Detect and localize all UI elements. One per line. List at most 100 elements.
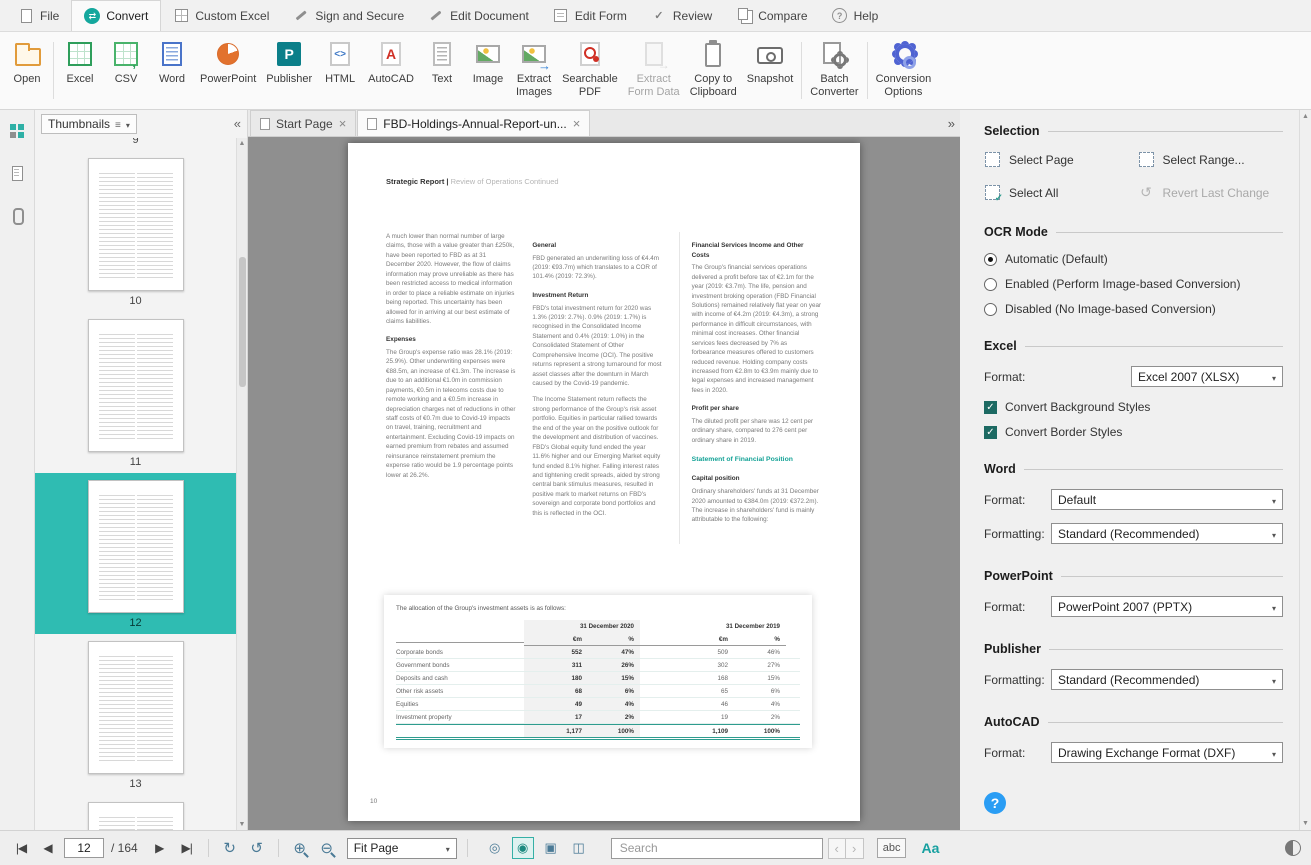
- revert-last-change-button[interactable]: Revert Last Change: [1138, 184, 1284, 201]
- table-caption: The allocation of the Group's investment…: [396, 605, 800, 612]
- document-tab-start-page[interactable]: Start Page: [250, 110, 356, 136]
- help-button[interactable]: ?: [984, 792, 1006, 814]
- checkbox-icon: [984, 401, 997, 414]
- last-page-button[interactable]: [176, 837, 198, 859]
- tab-sign-and-secure[interactable]: Sign and Secure: [281, 0, 416, 31]
- extract-form-data-button[interactable]: Extract Form Data: [623, 32, 685, 109]
- document-canvas[interactable]: Strategic Report | Review of Operations …: [248, 137, 960, 830]
- convert-border-styles-checkbox[interactable]: Convert Border Styles: [984, 425, 1283, 439]
- rotate-counterclockwise-button[interactable]: [246, 837, 268, 859]
- next-page-button[interactable]: [149, 837, 171, 859]
- tab-compare[interactable]: Compare: [724, 0, 819, 31]
- thumbnail-page-13[interactable]: 13: [35, 634, 236, 795]
- tab-convert[interactable]: Convert: [71, 0, 161, 31]
- snapshot-button[interactable]: Snapshot: [742, 32, 798, 109]
- select-range-button[interactable]: Select Range...: [1138, 151, 1284, 168]
- first-page-button[interactable]: [10, 837, 32, 859]
- close-tab-icon[interactable]: [339, 116, 347, 131]
- scrollbar-thumb[interactable]: [239, 257, 246, 387]
- select-all-button[interactable]: Select All: [984, 184, 1130, 201]
- ocr-automatic-radio[interactable]: Automatic (Default): [984, 252, 1283, 266]
- thumbnail-scrollbar[interactable]: [236, 138, 247, 830]
- scroll-up-icon[interactable]: [239, 140, 246, 147]
- view-tool-1-button[interactable]: ◎: [484, 837, 506, 859]
- previous-page-button[interactable]: [37, 837, 59, 859]
- doc-text-block: Capital position: [692, 474, 822, 484]
- brightness-toggle-icon[interactable]: [1285, 840, 1301, 856]
- section-title: OCR Mode: [984, 225, 1048, 239]
- whole-words-button[interactable]: abc: [877, 838, 907, 858]
- conversion-options-button[interactable]: Conversion Options: [871, 32, 937, 109]
- zoom-in-button[interactable]: [289, 837, 311, 859]
- thumbnail-page-11[interactable]: 11: [35, 312, 236, 473]
- scroll-down-icon[interactable]: [239, 821, 246, 828]
- csv-button[interactable]: CSV: [103, 32, 149, 109]
- text-button[interactable]: Text: [419, 32, 465, 109]
- toolbar-button-label: Image: [473, 73, 504, 86]
- zoom-out-button[interactable]: [316, 837, 338, 859]
- batch-converter-button[interactable]: Batch Converter: [805, 32, 863, 109]
- match-case-button[interactable]: Aa: [921, 840, 939, 856]
- zoom-level-select[interactable]: Fit Page: [347, 838, 457, 859]
- searchable-pdf-button[interactable]: Searchable PDF: [557, 32, 623, 109]
- ocr-disabled-radio[interactable]: Disabled (No Image-based Conversion): [984, 302, 1283, 316]
- thumbnail-page-9[interactable]: 9: [35, 138, 236, 151]
- powerpoint-button[interactable]: PowerPoint: [195, 32, 261, 109]
- publisher-button[interactable]: Publisher: [261, 32, 317, 109]
- ocr-enabled-radio[interactable]: Enabled (Perform Image-based Conversion): [984, 277, 1283, 291]
- html-icon: [324, 38, 356, 70]
- doc-text-block: A much lower than normal number of large…: [386, 232, 516, 326]
- word-format-select[interactable]: Default: [1051, 489, 1283, 510]
- autocad-button[interactable]: AutoCAD: [363, 32, 419, 109]
- rotate-clockwise-button[interactable]: [219, 837, 241, 859]
- scroll-up-icon[interactable]: [1302, 113, 1309, 120]
- search-previous-button[interactable]: [828, 838, 846, 859]
- open-button[interactable]: Open: [4, 32, 50, 109]
- word-section: Word Format: Default Formattin: [984, 454, 1283, 557]
- tab-file[interactable]: File: [6, 0, 71, 31]
- autocad-rows: Format: Drawing Exchange Format (DXF): [984, 742, 1283, 763]
- thumbnails-menu-button[interactable]: Thumbnails: [41, 114, 137, 134]
- thumbnail-page-10[interactable]: 10: [35, 151, 236, 312]
- tab-edit-form[interactable]: Edit Form: [541, 0, 639, 31]
- tab-review[interactable]: Review: [639, 0, 724, 31]
- attachments-panel-button[interactable]: [4, 202, 30, 228]
- tab-help[interactable]: Help: [820, 0, 891, 31]
- page-number-input[interactable]: [64, 838, 104, 858]
- thumbnail-image: [88, 641, 184, 774]
- pages-panel-button[interactable]: [4, 160, 30, 186]
- document-tab-fbd-holdings[interactable]: FBD-Holdings-Annual-Report-un...: [357, 110, 590, 136]
- section-title: Word: [984, 462, 1016, 476]
- word-button[interactable]: Word: [149, 32, 195, 109]
- publisher-formatting-select[interactable]: Standard (Recommended): [1051, 669, 1283, 690]
- view-tool-3-button[interactable]: ▣: [540, 837, 562, 859]
- search-input[interactable]: [611, 838, 823, 859]
- thumbnails-panel-button[interactable]: [4, 118, 30, 144]
- doc-column-2: GeneralFBD generated an underwriting los…: [532, 232, 662, 544]
- view-tool-2-button[interactable]: ◉: [512, 837, 534, 859]
- table-row: Deposits and cash 180 15% 168 15%: [396, 672, 800, 685]
- close-tab-icon[interactable]: [573, 116, 581, 131]
- thumbnail-page-12[interactable]: 12: [35, 473, 236, 634]
- copy-to-clipboard-button[interactable]: Copy to Clipboard: [685, 32, 742, 109]
- html-button[interactable]: HTML: [317, 32, 363, 109]
- select-page-button[interactable]: Select Page: [984, 151, 1130, 168]
- convert-background-styles-checkbox[interactable]: Convert Background Styles: [984, 400, 1283, 414]
- powerpoint-format-select[interactable]: PowerPoint 2007 (PPTX): [1051, 596, 1283, 617]
- more-tabs-icon[interactable]: [948, 115, 955, 133]
- tab-custom-excel[interactable]: Custom Excel: [161, 0, 281, 31]
- thumbnail-page-next[interactable]: [35, 795, 236, 830]
- collapse-panel-button[interactable]: [234, 115, 241, 133]
- panel-scrollbar[interactable]: [1299, 110, 1311, 830]
- search-next-button[interactable]: [846, 838, 864, 859]
- scroll-down-icon[interactable]: [1302, 820, 1309, 827]
- image-button[interactable]: Image: [465, 32, 511, 109]
- excel-format-select[interactable]: Excel 2007 (XLSX): [1131, 366, 1283, 387]
- tab-edit-document[interactable]: Edit Document: [416, 0, 541, 31]
- excel-button[interactable]: Excel: [57, 32, 103, 109]
- extract-images-button[interactable]: Extract Images: [511, 32, 557, 109]
- doc-text-block: FBD's total investment return for 2020 w…: [532, 304, 662, 389]
- autocad-format-select[interactable]: Drawing Exchange Format (DXF): [1051, 742, 1283, 763]
- word-formatting-select[interactable]: Standard (Recommended): [1051, 523, 1283, 544]
- view-tool-4-button[interactable]: ◫: [568, 837, 590, 859]
